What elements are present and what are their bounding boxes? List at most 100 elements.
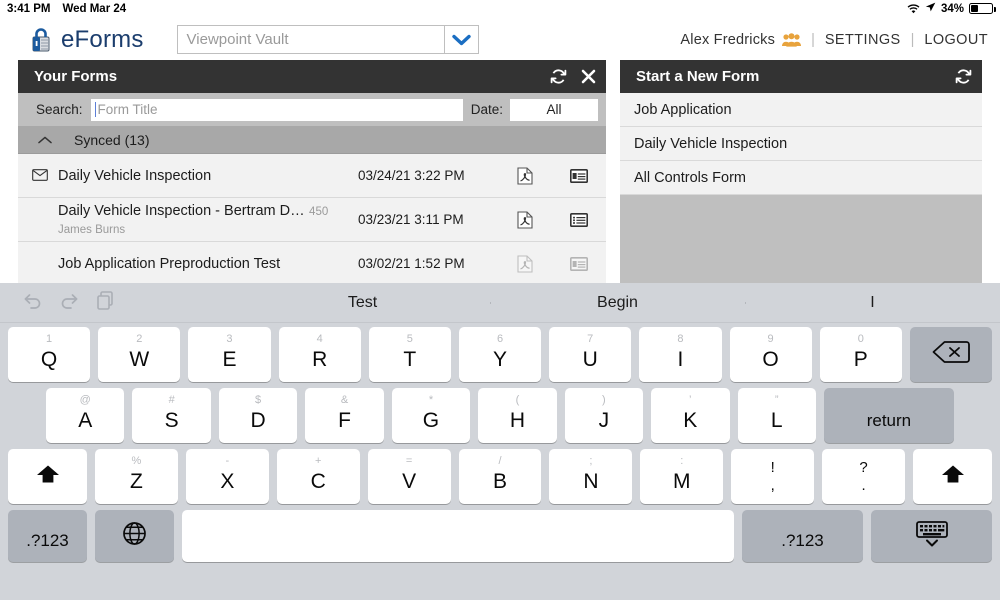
key-alt: ! — [770, 459, 775, 476]
key-period[interactable]: ?. — [822, 449, 906, 504]
forms-list[interactable]: Daily Vehicle Inspection 03/24/21 3:22 P… — [18, 154, 606, 285]
key-label: Q — [40, 347, 58, 371]
key-alt: 9 — [767, 333, 774, 345]
keyboard-row-2: @ A # S $ D & F * G (H ) J ’ K ” L return — [4, 388, 996, 443]
key-f[interactable]: & F — [305, 388, 384, 443]
synced-group-header[interactable]: Synced (13) — [18, 126, 606, 154]
space-key[interactable] — [182, 510, 734, 562]
key-b[interactable]: / B — [458, 449, 542, 504]
list-item[interactable]: All Controls Form — [620, 161, 982, 195]
key-t[interactable]: 5T — [368, 327, 451, 382]
pdf-icon — [498, 254, 552, 273]
chevron-down-icon[interactable] — [443, 26, 478, 53]
key-e[interactable]: 3E — [188, 327, 271, 382]
table-row[interactable]: Job Application Preproduction Test 03/02… — [18, 242, 606, 285]
key-n[interactable]: ; N — [549, 449, 633, 504]
key-label: D — [250, 408, 266, 432]
return-key[interactable]: return — [823, 388, 954, 443]
settings-link[interactable]: SETTINGS — [825, 32, 901, 48]
table-row[interactable]: Daily Vehicle Inspection 03/24/21 3:22 P… — [18, 154, 606, 198]
key-l[interactable]: ” L — [737, 388, 816, 443]
key-label: A — [78, 408, 93, 432]
key-label: R — [312, 347, 328, 371]
refresh-icon[interactable] — [550, 68, 567, 85]
date-filter-button[interactable]: All — [510, 98, 598, 121]
header-separator-2: | — [910, 31, 915, 48]
pdf-icon[interactable] — [498, 210, 552, 229]
redo-icon[interactable] — [59, 292, 80, 314]
logout-link[interactable]: LOGOUT — [924, 32, 988, 48]
key-alt: 8 — [677, 333, 684, 345]
shift-key-right[interactable] — [913, 449, 993, 504]
vault-select[interactable]: Viewpoint Vault — [176, 25, 479, 54]
panels-container: Your Forms Search: Form Title Date: All … — [0, 60, 1000, 285]
chevron-up-icon[interactable] — [38, 133, 52, 147]
key-p[interactable]: 0P — [819, 327, 902, 382]
key-i[interactable]: 8I — [639, 327, 722, 382]
shift-key-left[interactable] — [8, 449, 87, 504]
list-item[interactable]: Job Application — [620, 93, 982, 127]
key-k[interactable]: ’ K — [651, 388, 730, 443]
list-item[interactable]: Daily Vehicle Inspection — [620, 127, 982, 161]
key-alt: ? — [859, 459, 868, 476]
key-label: W — [129, 347, 150, 371]
suggestion-item[interactable]: Test — [235, 294, 490, 312]
vault-select-value: Viewpoint Vault — [186, 31, 289, 48]
table-row[interactable]: Daily Vehicle Inspection - Bertram D… 45… — [18, 198, 606, 242]
key-alt: @ — [79, 394, 91, 406]
key-a[interactable]: @ A — [46, 388, 125, 443]
row-title-wrap: Job Application Preproduction Test — [58, 255, 358, 273]
undo-icon[interactable] — [22, 292, 43, 314]
backspace-icon — [932, 340, 970, 369]
users-group-icon[interactable] — [782, 32, 802, 47]
key-g[interactable]: * G — [391, 388, 471, 443]
backspace-key[interactable] — [909, 327, 993, 382]
pdf-icon[interactable] — [498, 166, 552, 185]
close-icon[interactable] — [581, 69, 596, 84]
key-label: B — [493, 469, 508, 493]
key-v[interactable]: = V — [367, 449, 451, 504]
header-right: Alex Fredricks | SETTINGS | LOGOUT — [680, 32, 988, 48]
header-separator-1: | — [811, 31, 815, 48]
suggestion-item[interactable]: I — [745, 294, 1000, 312]
form-view-icon[interactable] — [552, 168, 606, 183]
dismiss-keyboard-key[interactable] — [871, 510, 992, 562]
form-view-icon[interactable] — [552, 212, 606, 227]
key-m[interactable]: :M — [640, 449, 724, 504]
key-u[interactable]: 7U — [549, 327, 632, 382]
numeric-key-right[interactable]: .?123 — [742, 510, 863, 562]
key-comma[interactable]: !, — [731, 449, 815, 504]
globe-key[interactable] — [95, 510, 174, 562]
key-h[interactable]: (H — [478, 388, 557, 443]
key-x[interactable]: -X — [185, 449, 269, 504]
shift-icon — [34, 462, 62, 491]
form-title: Job Application Preproduction Test — [58, 255, 281, 272]
key-o[interactable]: 9O — [729, 327, 812, 382]
row-title-wrap: Daily Vehicle Inspection - Bertram D… 45… — [58, 202, 358, 238]
refresh-icon[interactable] — [955, 68, 972, 85]
key-w[interactable]: 2W — [98, 327, 181, 382]
key-y[interactable]: 6Y — [458, 327, 542, 382]
key-j[interactable]: ) J — [564, 388, 644, 443]
key-d[interactable]: $ D — [218, 388, 298, 443]
paste-icon[interactable] — [96, 290, 114, 315]
key-s[interactable]: # S — [132, 388, 211, 443]
search-input[interactable]: Form Title — [90, 98, 463, 121]
user-name[interactable]: Alex Fredricks — [680, 32, 775, 48]
key-z[interactable]: % Z — [95, 449, 178, 504]
key-r[interactable]: 4R — [278, 327, 361, 382]
keyboard-rows: 1Q 2W 3E 4R 5T 6Y 7U 8I 9O 0P @ A # S $ D &… — [0, 323, 1000, 562]
status-right-cluster: 34% — [907, 2, 996, 15]
form-date: 03/24/21 3:22 PM — [358, 168, 465, 183]
form-date: 03/02/21 1:52 PM — [358, 256, 465, 271]
key-c[interactable]: + C — [276, 449, 360, 504]
key-q[interactable]: 1Q — [8, 327, 91, 382]
key-alt: % — [131, 455, 142, 467]
form-date: 03/23/21 3:11 PM — [358, 212, 464, 227]
key-alt: ; — [589, 455, 593, 467]
suggestion-item[interactable]: Begin — [490, 294, 745, 312]
new-form-list[interactable]: Job Application Daily Vehicle Inspection… — [620, 93, 982, 285]
key-label: K — [683, 408, 698, 432]
numeric-key-left-label: .?123 — [26, 531, 69, 550]
numeric-key-left[interactable]: .?123 — [8, 510, 87, 562]
